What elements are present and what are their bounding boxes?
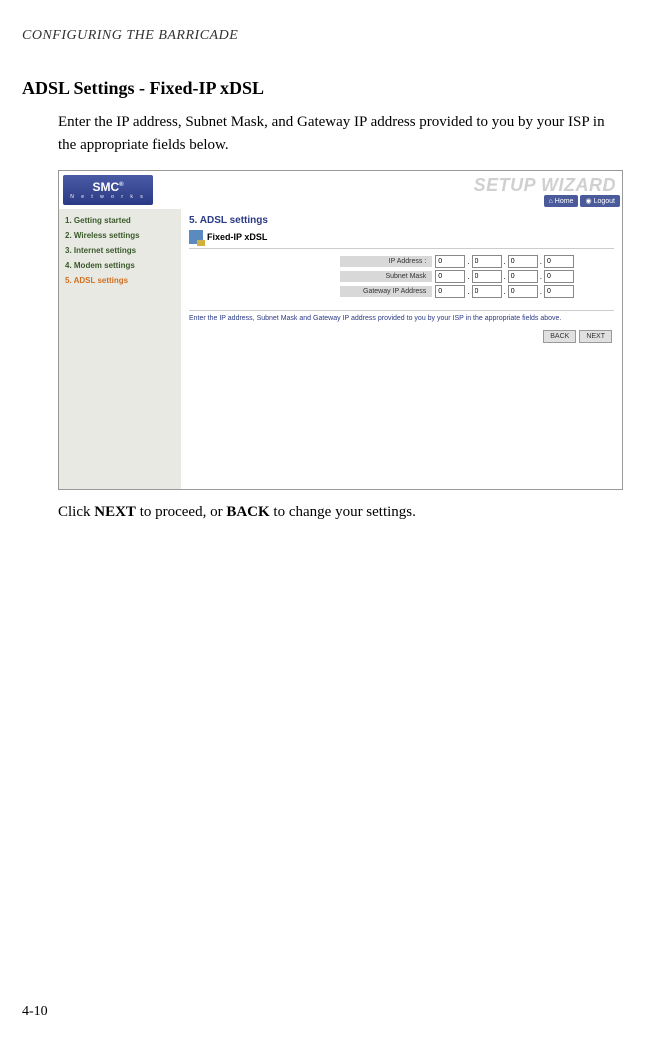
screenshot-header: SMC® N e t w o r k s SETUP WIZARD ⌂ Home… (59, 171, 622, 209)
sn-a[interactable] (435, 270, 465, 283)
outro-mid: to proceed, or (136, 504, 226, 520)
back-button[interactable]: BACK (543, 330, 576, 343)
outro-back: BACK (226, 504, 269, 520)
subnet-inputs: . . . (432, 270, 574, 283)
logout-button[interactable]: ◉ Logout (580, 195, 620, 207)
outro-post: to change your settings. (270, 504, 416, 520)
sidebar-item-internet[interactable]: 3. Internet settings (63, 243, 177, 258)
subnet-label: Subnet Mask (340, 271, 432, 282)
subnet-row: Subnet Mask . . . (340, 270, 574, 283)
sidebar-item-modem[interactable]: 4. Modem settings (63, 258, 177, 273)
gw-a[interactable] (435, 285, 465, 298)
ip-address-inputs: . . . (432, 255, 574, 268)
gw-c[interactable] (508, 285, 538, 298)
ip-form: IP Address : . . . Subnet Mask . . . (189, 255, 614, 298)
top-buttons: ⌂ Home ◉ Logout (544, 195, 620, 207)
panel-subtitle: Fixed-IP xDSL (207, 232, 267, 242)
smc-logo: SMC® N e t w o r k s (63, 175, 153, 205)
gateway-label: Gateway IP Address (340, 286, 432, 297)
home-label: Home (555, 198, 574, 205)
home-icon: ⌂ (549, 198, 553, 205)
logo-subtext: N e t w o r k s (70, 195, 146, 200)
form-note: Enter the IP address, Subnet Mask and Ga… (189, 310, 614, 322)
screenshot-figure: SMC® N e t w o r k s SETUP WIZARD ⌂ Home… (58, 170, 623, 490)
logo-text: SMC (92, 180, 119, 194)
ip-address-label: IP Address : (340, 256, 432, 267)
home-button[interactable]: ⌂ Home (544, 195, 579, 207)
ip-a[interactable] (435, 255, 465, 268)
screenshot-body: 1. Getting started 2. Wireless settings … (59, 209, 622, 489)
ip-b[interactable] (472, 255, 502, 268)
section-title: ADSL Settings - Fixed-IP xDSL (22, 78, 626, 99)
panel-title: 5. ADSL settings (189, 215, 614, 226)
sidebar: 1. Getting started 2. Wireless settings … (59, 209, 181, 489)
next-button[interactable]: NEXT (579, 330, 612, 343)
sn-d[interactable] (544, 270, 574, 283)
intro-paragraph: Enter the IP address, Subnet Mask, and G… (58, 111, 620, 156)
sn-b[interactable] (472, 270, 502, 283)
ip-d[interactable] (544, 255, 574, 268)
outro-paragraph: Click NEXT to proceed, or BACK to change… (58, 504, 626, 521)
outro-next: NEXT (94, 504, 136, 520)
gw-b[interactable] (472, 285, 502, 298)
sidebar-item-adsl[interactable]: 5. ADSL settings (63, 273, 177, 288)
page-header: CONFIGURING THE BARRICADE (22, 28, 626, 44)
outro-pre: Click (58, 504, 94, 520)
logout-label: Logout (594, 198, 615, 205)
sidebar-item-getting-started[interactable]: 1. Getting started (63, 213, 177, 228)
action-row: BACK NEXT (189, 330, 614, 343)
setup-wizard-title: SETUP WIZARD (474, 175, 616, 196)
logo-reg: ® (119, 182, 123, 188)
gateway-row: Gateway IP Address . . . (340, 285, 574, 298)
sidebar-item-wireless[interactable]: 2. Wireless settings (63, 228, 177, 243)
gateway-inputs: . . . (432, 285, 574, 298)
xdsl-icon (189, 230, 203, 244)
sn-c[interactable] (508, 270, 538, 283)
main-panel: 5. ADSL settings Fixed-IP xDSL IP Addres… (181, 209, 622, 489)
logout-icon: ◉ (585, 197, 591, 205)
ip-c[interactable] (508, 255, 538, 268)
ip-address-row: IP Address : . . . (340, 255, 574, 268)
panel-subtitle-row: Fixed-IP xDSL (189, 230, 614, 249)
page-number: 4-10 (22, 1004, 48, 1020)
gw-d[interactable] (544, 285, 574, 298)
